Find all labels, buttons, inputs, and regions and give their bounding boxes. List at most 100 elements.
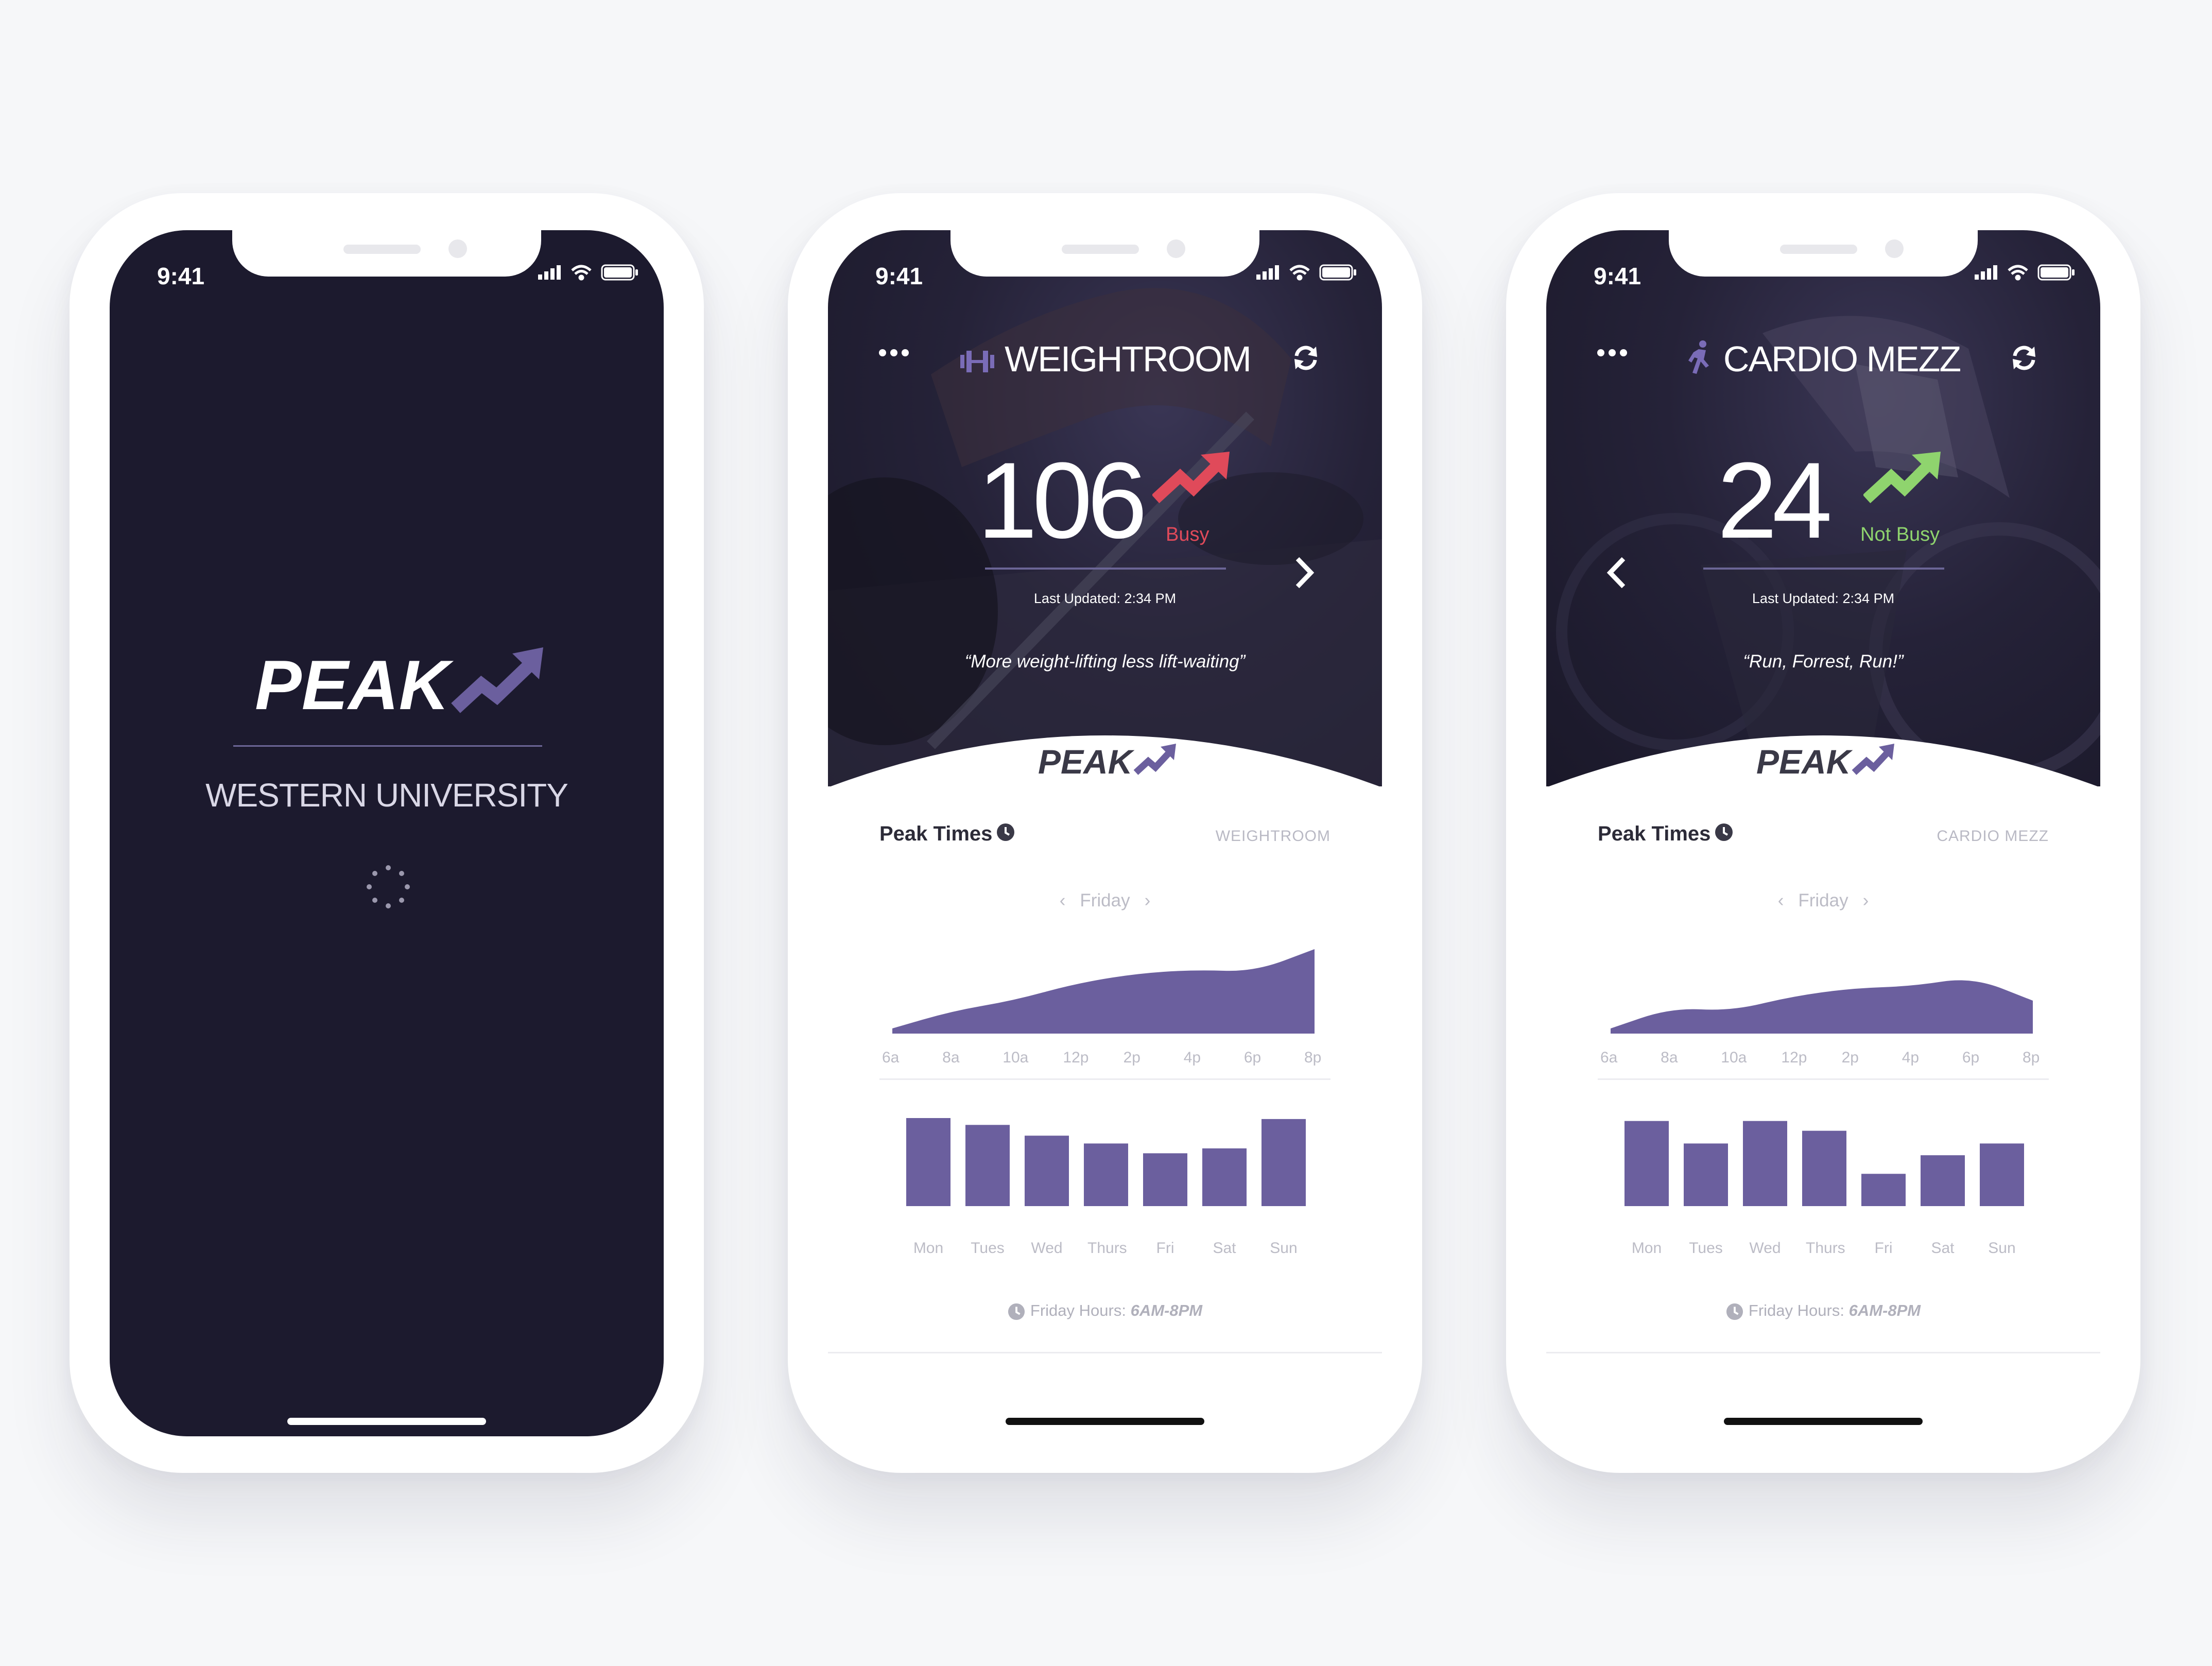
bottom-divider xyxy=(1546,1352,2100,1353)
home-indicator[interactable] xyxy=(1724,1418,1923,1425)
svg-text:PEAK: PEAK xyxy=(1756,743,1853,779)
hour-tick-label: 10a xyxy=(1003,1049,1029,1066)
peak-wordmark: PEAK xyxy=(255,647,454,724)
trend-up-icon xyxy=(1151,452,1230,506)
dumbbell-icon xyxy=(959,341,995,383)
hour-tick-label: 8a xyxy=(942,1049,960,1066)
chart-divider xyxy=(879,1078,1330,1080)
hero-photo: WEIGHTROOM 106 Busy Last Updated: 2:34 P… xyxy=(828,230,1382,786)
refresh-icon[interactable] xyxy=(2010,343,2038,375)
hour-tick-label: 6a xyxy=(882,1049,900,1066)
hours-value: 6AM-8PM xyxy=(1848,1301,1921,1319)
bottom-divider xyxy=(828,1352,1382,1353)
wifi-icon xyxy=(1289,265,1310,281)
battery-icon xyxy=(601,264,638,281)
peak-logo-small: PEAK xyxy=(1756,743,1895,781)
peak-logo: PEAK xyxy=(255,646,543,727)
chart-divider xyxy=(1598,1078,2049,1080)
peak-logo-small: PEAK xyxy=(1038,743,1177,781)
weekday-label: Sat xyxy=(1213,1240,1236,1257)
wifi-icon xyxy=(2008,265,2028,281)
day-bar[interactable] xyxy=(1980,1143,2024,1206)
status-icons xyxy=(1975,262,2078,285)
last-updated: Last Updated: 2:34 PM xyxy=(1752,591,1895,606)
weekday-label: Wed xyxy=(1749,1240,1781,1257)
prev-venue-chevron-icon[interactable] xyxy=(1604,555,1630,593)
day-bar[interactable] xyxy=(1921,1155,1965,1206)
home-indicator[interactable] xyxy=(287,1418,486,1425)
day-bar[interactable] xyxy=(1084,1143,1128,1206)
peak-times-title: Peak Times xyxy=(879,822,1015,847)
venue-name: CARDIO MEZZ xyxy=(1723,339,1961,379)
signal-icon xyxy=(1256,265,1279,280)
day-bar[interactable] xyxy=(1684,1143,1728,1206)
day-bar[interactable] xyxy=(1202,1148,1247,1206)
day-bar[interactable] xyxy=(906,1118,951,1206)
more-options-icon[interactable] xyxy=(1597,348,1628,360)
tagline-quote: “More weight-lifting less lift-waiting” xyxy=(964,651,1246,672)
hours-info: Friday Hours: 6AM-8PM xyxy=(828,1301,1382,1320)
home-indicator[interactable] xyxy=(1006,1418,1204,1425)
clock-icon xyxy=(996,823,1015,847)
svg-text:PEAK: PEAK xyxy=(1038,743,1135,779)
weekday-label: Sat xyxy=(1931,1240,1955,1257)
hour-tick-label: 8p xyxy=(2023,1049,2040,1066)
last-updated: Last Updated: 2:34 PM xyxy=(1033,591,1177,606)
hours-label: Friday Hours: xyxy=(1748,1301,1849,1319)
weekday-label: Sun xyxy=(1270,1240,1298,1257)
weekday-label: Thurs xyxy=(1806,1240,1845,1257)
hour-tick-label: 6p xyxy=(1243,1049,1261,1066)
weekly-bar-chart xyxy=(1625,1121,2024,1206)
clock-icon xyxy=(1008,1301,1030,1320)
occupancy-count: 24 xyxy=(1717,440,1833,561)
battery-icon xyxy=(2037,264,2075,281)
notch xyxy=(232,230,541,277)
weekday-label: Thurs xyxy=(1087,1240,1127,1257)
weekly-bar-chart xyxy=(906,1118,1306,1206)
day-bar[interactable] xyxy=(1625,1121,1669,1206)
peak-times-label: Peak Times xyxy=(879,822,993,845)
phone-splash: 9:41 PEAK WESTERN UNIVERSITY xyxy=(70,193,704,1473)
peak-venue-label: CARDIO MEZZ xyxy=(1937,828,2049,845)
hour-tick-label: 2p xyxy=(1841,1049,1859,1066)
day-bar[interactable] xyxy=(1743,1121,1787,1206)
tagline-quote: “Run, Forrest, Run!” xyxy=(1743,651,1904,672)
day-bar[interactable] xyxy=(1802,1130,1846,1206)
weekday-label: Mon xyxy=(913,1240,944,1257)
trend-arrow-icon xyxy=(451,647,543,713)
day-bar[interactable] xyxy=(1861,1174,1906,1206)
busy-status: Not Busy xyxy=(1860,524,1940,545)
status-icons xyxy=(538,262,641,285)
day-bar[interactable] xyxy=(1143,1153,1187,1206)
hourly-area xyxy=(892,949,1315,1034)
hourly-area-chart xyxy=(892,949,1315,1034)
hours-info: Friday Hours: 6AM-8PM xyxy=(1546,1301,2100,1320)
refresh-icon[interactable] xyxy=(1291,343,1320,375)
hours-label: Friday Hours: xyxy=(1030,1301,1131,1319)
hour-tick-label: 12p xyxy=(1781,1049,1807,1066)
weightroom-screen: WEIGHTROOM 106 Busy Last Updated: 2:34 P… xyxy=(828,230,1382,1436)
more-options-icon[interactable] xyxy=(878,348,909,360)
weekday-label: Fri xyxy=(1156,1240,1174,1257)
day-bar[interactable] xyxy=(1261,1119,1306,1206)
hour-tick-label: 2p xyxy=(1123,1049,1140,1066)
hourly-area-chart xyxy=(1611,980,2033,1034)
venue-name: WEIGHTROOM xyxy=(1005,339,1252,379)
cardio-screen: CARDIO MEZZ 24 Not Busy Last Updated: 2:… xyxy=(1546,230,2100,1436)
weekday-label: Tues xyxy=(971,1240,1005,1257)
next-venue-chevron-icon[interactable] xyxy=(1291,555,1317,593)
hero-photo: CARDIO MEZZ 24 Not Busy Last Updated: 2:… xyxy=(1546,230,2100,786)
university-name: WESTERN UNIVERSITY xyxy=(205,777,568,814)
hour-tick-label: 6a xyxy=(1600,1049,1618,1066)
hour-tick-label: 4p xyxy=(1902,1049,1920,1066)
busy-status: Busy xyxy=(1166,524,1209,545)
weekday-label: Tues xyxy=(1689,1240,1723,1257)
status-time: 9:41 xyxy=(157,263,205,289)
weekday-label: Sun xyxy=(1988,1240,2016,1257)
peak-times-title: Peak Times xyxy=(1598,822,1733,847)
peak-venue-label: WEIGHTROOM xyxy=(1215,828,1330,845)
weekday-label: Mon xyxy=(1631,1240,1662,1257)
signal-icon xyxy=(538,265,561,280)
day-bar[interactable] xyxy=(1025,1136,1069,1206)
day-bar[interactable] xyxy=(965,1125,1010,1206)
